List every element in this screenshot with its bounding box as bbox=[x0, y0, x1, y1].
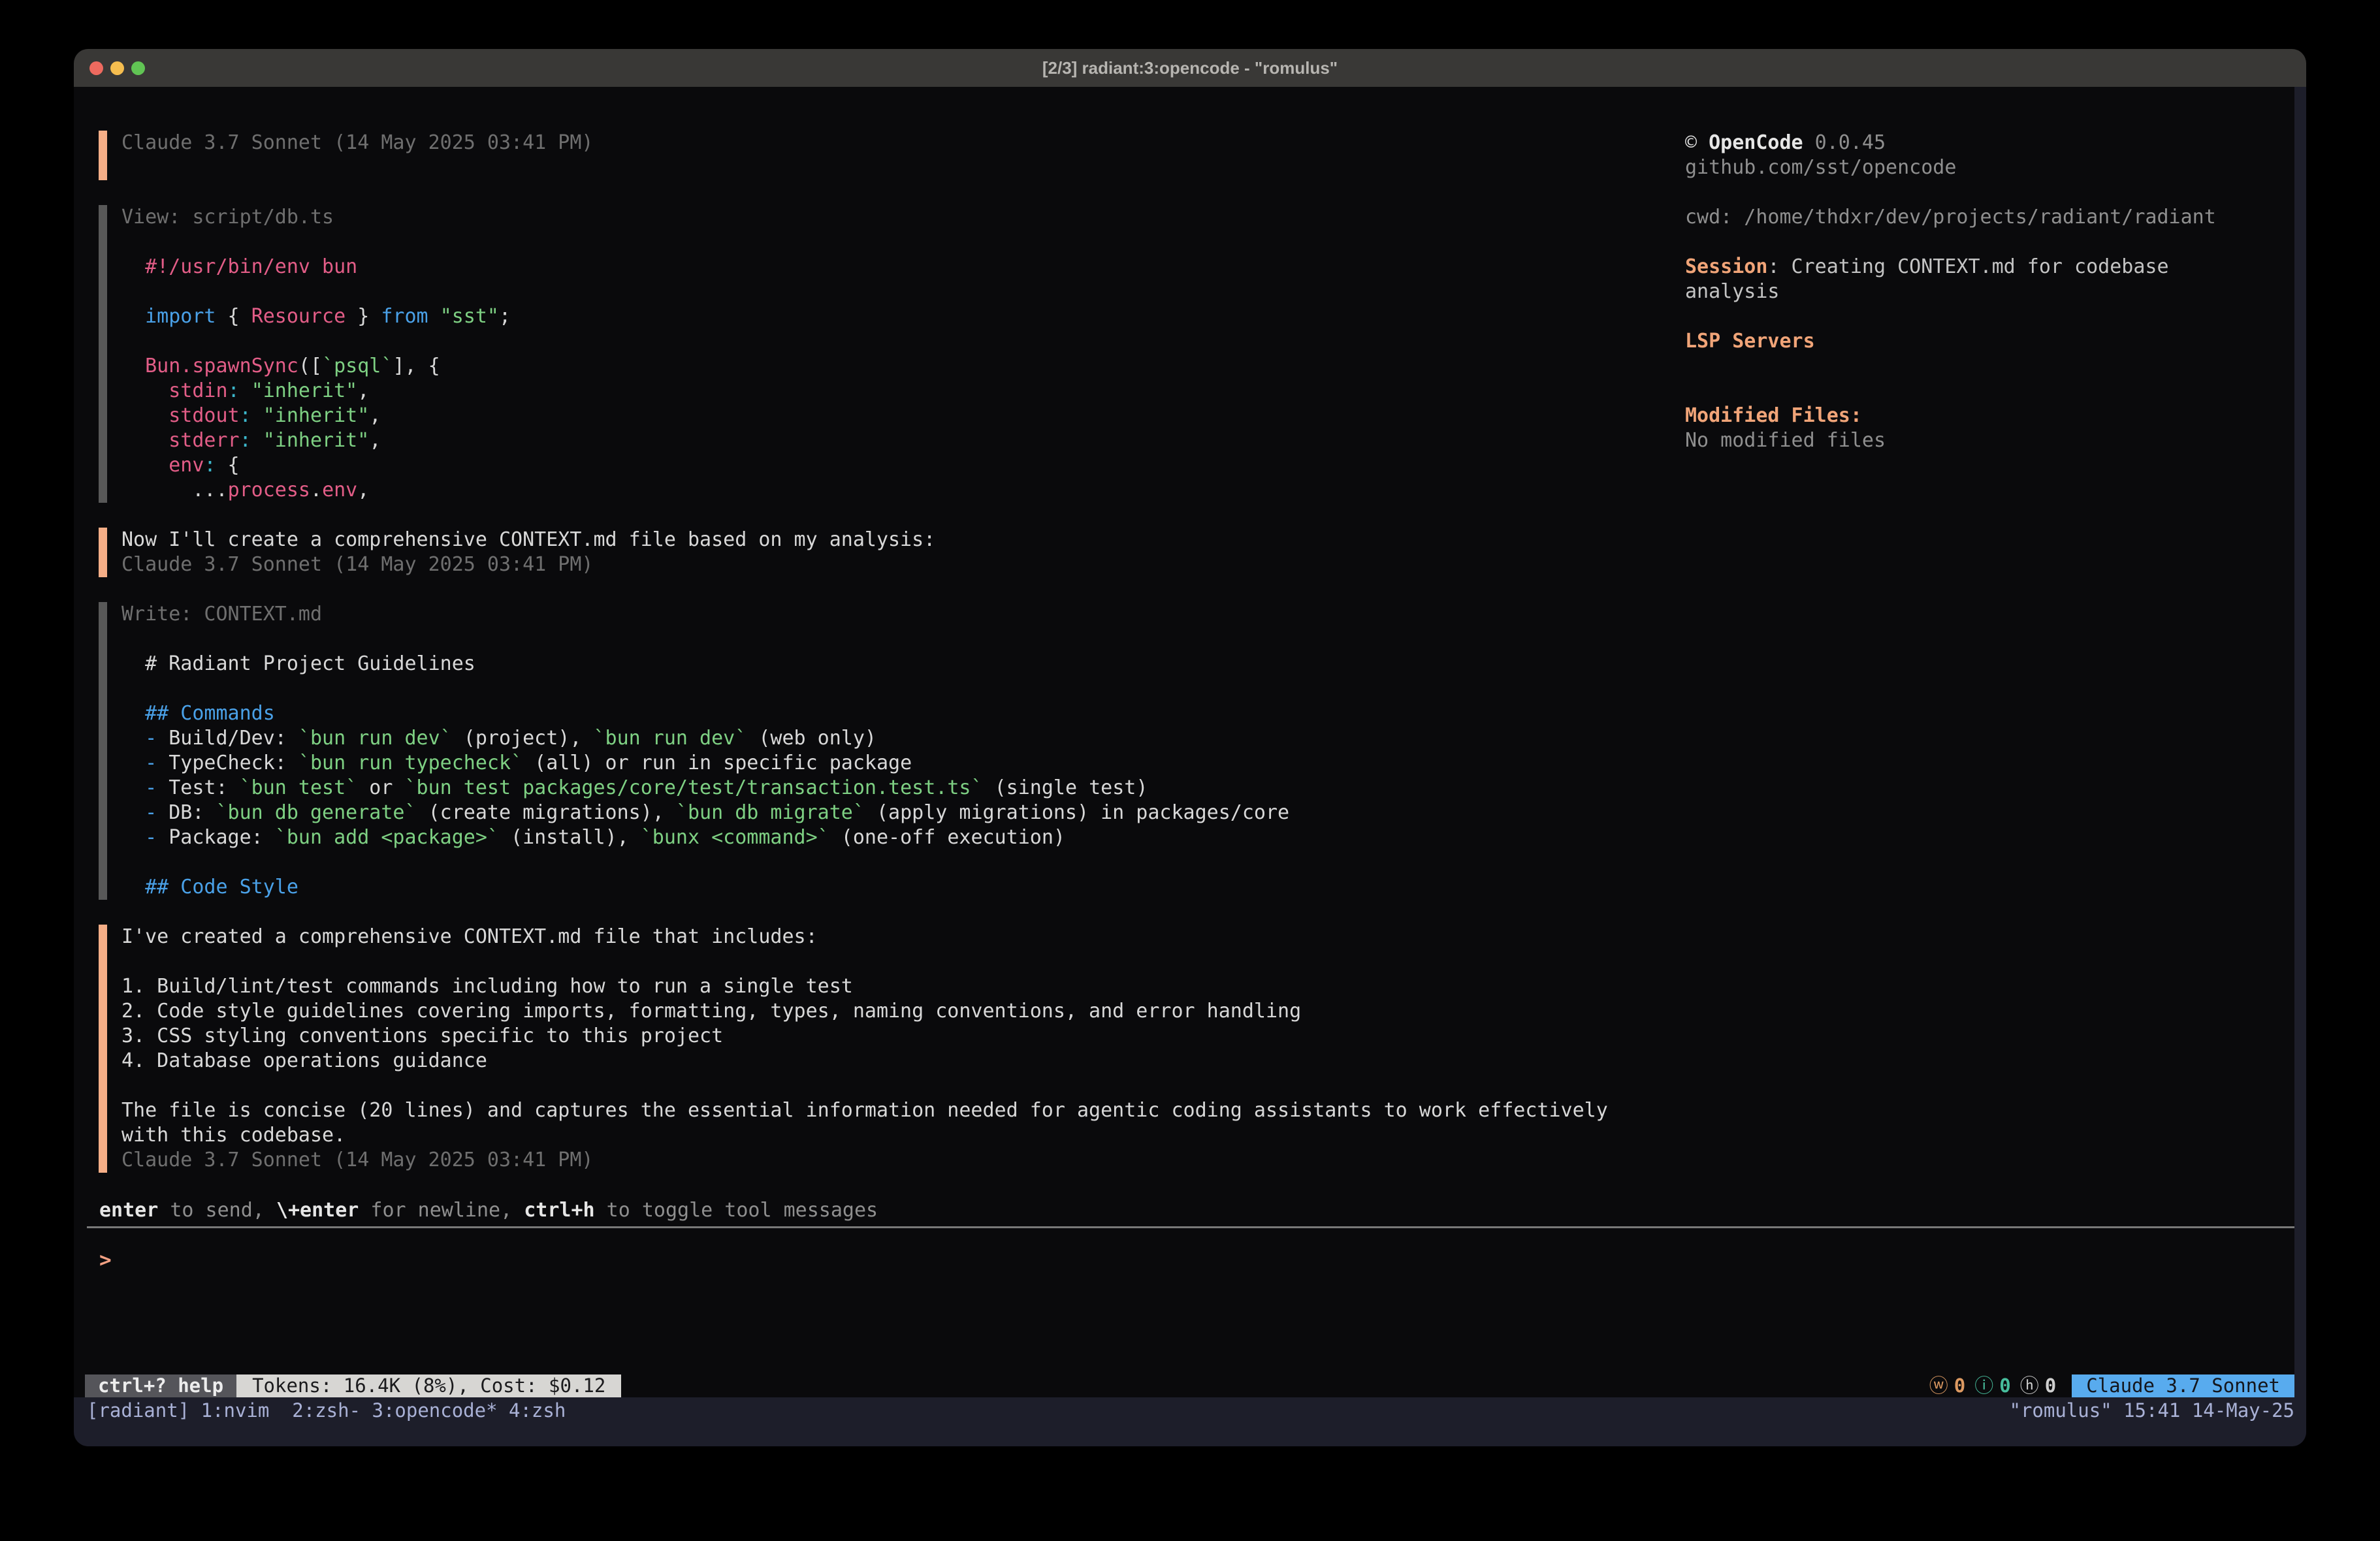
text-line: LSP Servers bbox=[1685, 329, 2253, 354]
text-line: env: { bbox=[121, 453, 1699, 478]
text-line: ...process.env, bbox=[121, 478, 1699, 503]
text-line: 3. CSS styling conventions specific to t… bbox=[121, 1024, 1699, 1049]
maximize-icon[interactable] bbox=[131, 61, 145, 75]
text-line bbox=[121, 279, 1699, 304]
text-line: - TypeCheck: `bun run typecheck` (all) o… bbox=[121, 751, 1699, 776]
session-sidebar: © OpenCode 0.0.45github.com/sst/opencode… bbox=[1685, 131, 2253, 453]
diagnostic-counters: ⓦ0ⓘ0ⓗ0 bbox=[1929, 1374, 2056, 1397]
text-line: stdin: "inherit", bbox=[121, 379, 1699, 404]
text-line: Modified Files: bbox=[1685, 404, 2253, 428]
input-separator bbox=[87, 1226, 2294, 1228]
help-shortcut-button[interactable]: ctrl+? help bbox=[85, 1374, 236, 1397]
text-line bbox=[121, 230, 1699, 255]
model-badge[interactable]: Claude 3.7 Sonnet bbox=[2072, 1374, 2294, 1397]
conversation-log: Claude 3.7 Sonnet (14 May 2025 03:41 PM)… bbox=[99, 131, 1699, 1198]
tokens-cost-label: Tokens: 16.4K (8%), Cost: $0.12 bbox=[236, 1374, 621, 1397]
circled-i-counter: ⓘ0 bbox=[1974, 1374, 2010, 1397]
text-line bbox=[121, 155, 1699, 180]
minimize-icon[interactable] bbox=[110, 61, 124, 75]
tmux-window-list[interactable]: [radiant] 1:nvim 2:zsh- 3:opencode* 4:zs… bbox=[87, 1397, 566, 1423]
text-line: No modified files bbox=[1685, 428, 2253, 453]
status-bar-left: ctrl+? help Tokens: 16.4K (8%), Cost: $0… bbox=[85, 1374, 621, 1397]
circled-i-icon: ⓘ bbox=[1974, 1374, 1993, 1397]
text-line: 1. Build/lint/test commands including ho… bbox=[121, 974, 1699, 999]
text-line bbox=[121, 1073, 1699, 1098]
text-line: #!/usr/bin/env bun bbox=[121, 255, 1699, 279]
text-line: import { Resource } from "sst"; bbox=[121, 304, 1699, 329]
text-line: Write: CONTEXT.md bbox=[121, 602, 1699, 627]
text-line: Claude 3.7 Sonnet (14 May 2025 03:41 PM) bbox=[121, 1148, 1699, 1173]
window-title: [2/3] radiant:3:opencode - "romulus" bbox=[1042, 58, 1338, 78]
text-line: - DB: `bun db generate` (create migratio… bbox=[121, 801, 1699, 825]
text-line: Session: Creating CONTEXT.md for codebas… bbox=[1685, 255, 2253, 304]
text-line: The file is concise (20 lines) and captu… bbox=[121, 1098, 1699, 1123]
message-block: Write: CONTEXT.md # Radiant Project Guid… bbox=[99, 602, 1699, 900]
text-line bbox=[121, 676, 1699, 701]
text-line: I've created a comprehensive CONTEXT.md … bbox=[121, 925, 1699, 949]
counter-value: 0 bbox=[2045, 1374, 2056, 1397]
status-bar-right: ⓦ0ⓘ0ⓗ0 Claude 3.7 Sonnet bbox=[1929, 1374, 2294, 1397]
text-line: Claude 3.7 Sonnet (14 May 2025 03:41 PM) bbox=[121, 131, 1699, 155]
tmux-session-clock: "romulus" 15:41 14-May-25 bbox=[2010, 1397, 2295, 1423]
circled-w-counter: ⓦ0 bbox=[1929, 1374, 1965, 1397]
message-block: View: script/db.ts #!/usr/bin/env bun im… bbox=[99, 205, 1699, 503]
text-line: - Build/Dev: `bun run dev` (project), `b… bbox=[121, 726, 1699, 751]
text-line bbox=[1685, 304, 2253, 329]
message-block: I've created a comprehensive CONTEXT.md … bbox=[99, 925, 1699, 1173]
text-line: github.com/sst/opencode bbox=[1685, 155, 2253, 180]
text-line: stdout: "inherit", bbox=[121, 404, 1699, 428]
text-line: cwd: /home/thdxr/dev/projects/radiant/ra… bbox=[1685, 205, 2253, 230]
text-line: Bun.spawnSync([`psql`], { bbox=[121, 354, 1699, 379]
circled-h-icon: ⓗ bbox=[2020, 1374, 2039, 1397]
keybind-hint: enter to send, \+enter for newline, ctrl… bbox=[99, 1198, 878, 1223]
text-line: Now I'll create a comprehensive CONTEXT.… bbox=[121, 528, 1699, 552]
text-line: stderr: "inherit", bbox=[121, 428, 1699, 453]
text-line bbox=[1685, 180, 2253, 205]
terminal-window: [2/3] radiant:3:opencode - "romulus" Cla… bbox=[74, 49, 2306, 1446]
traffic-lights bbox=[89, 49, 145, 87]
text-line: ## Code Style bbox=[121, 875, 1699, 900]
tmux-status-bar: [radiant] 1:nvim 2:zsh- 3:opencode* 4:zs… bbox=[74, 1397, 2306, 1446]
message-block: Claude 3.7 Sonnet (14 May 2025 03:41 PM) bbox=[99, 131, 1699, 180]
message-block: Now I'll create a comprehensive CONTEXT.… bbox=[99, 528, 1699, 577]
scrollbar-track[interactable] bbox=[2294, 87, 2306, 1446]
text-line: 2. Code style guidelines covering import… bbox=[121, 999, 1699, 1024]
prompt-input[interactable]: > bbox=[99, 1248, 112, 1273]
close-icon[interactable] bbox=[89, 61, 103, 75]
text-line: - Package: `bun add <package>` (install)… bbox=[121, 825, 1699, 850]
text-line bbox=[121, 949, 1699, 974]
text-line: View: script/db.ts bbox=[121, 205, 1699, 230]
text-line bbox=[121, 329, 1699, 354]
circled-w-icon: ⓦ bbox=[1929, 1374, 1948, 1397]
text-line bbox=[1685, 354, 2253, 379]
counter-value: 0 bbox=[1954, 1374, 1965, 1397]
text-line: with this codebase. bbox=[121, 1123, 1699, 1148]
text-line bbox=[1685, 379, 2253, 404]
text-line: Claude 3.7 Sonnet (14 May 2025 03:41 PM) bbox=[121, 552, 1699, 577]
text-line: © OpenCode 0.0.45 bbox=[1685, 131, 2253, 155]
circled-h-counter: ⓗ0 bbox=[2020, 1374, 2056, 1397]
text-line: ## Commands bbox=[121, 701, 1699, 726]
text-line: - Test: `bun test` or `bun test packages… bbox=[121, 776, 1699, 801]
text-line bbox=[1685, 230, 2253, 255]
terminal-content: Claude 3.7 Sonnet (14 May 2025 03:41 PM)… bbox=[74, 87, 2306, 1446]
text-line: # Radiant Project Guidelines bbox=[121, 652, 1699, 676]
text-line: 4. Database operations guidance bbox=[121, 1049, 1699, 1073]
text-line bbox=[121, 850, 1699, 875]
prompt-caret: > bbox=[99, 1248, 112, 1272]
screen: [2/3] radiant:3:opencode - "romulus" Cla… bbox=[0, 0, 2380, 1541]
counter-value: 0 bbox=[1999, 1374, 2010, 1397]
text-line bbox=[121, 627, 1699, 652]
titlebar: [2/3] radiant:3:opencode - "romulus" bbox=[74, 49, 2306, 87]
status-bar: ctrl+? help Tokens: 16.4K (8%), Cost: $0… bbox=[85, 1374, 2294, 1397]
